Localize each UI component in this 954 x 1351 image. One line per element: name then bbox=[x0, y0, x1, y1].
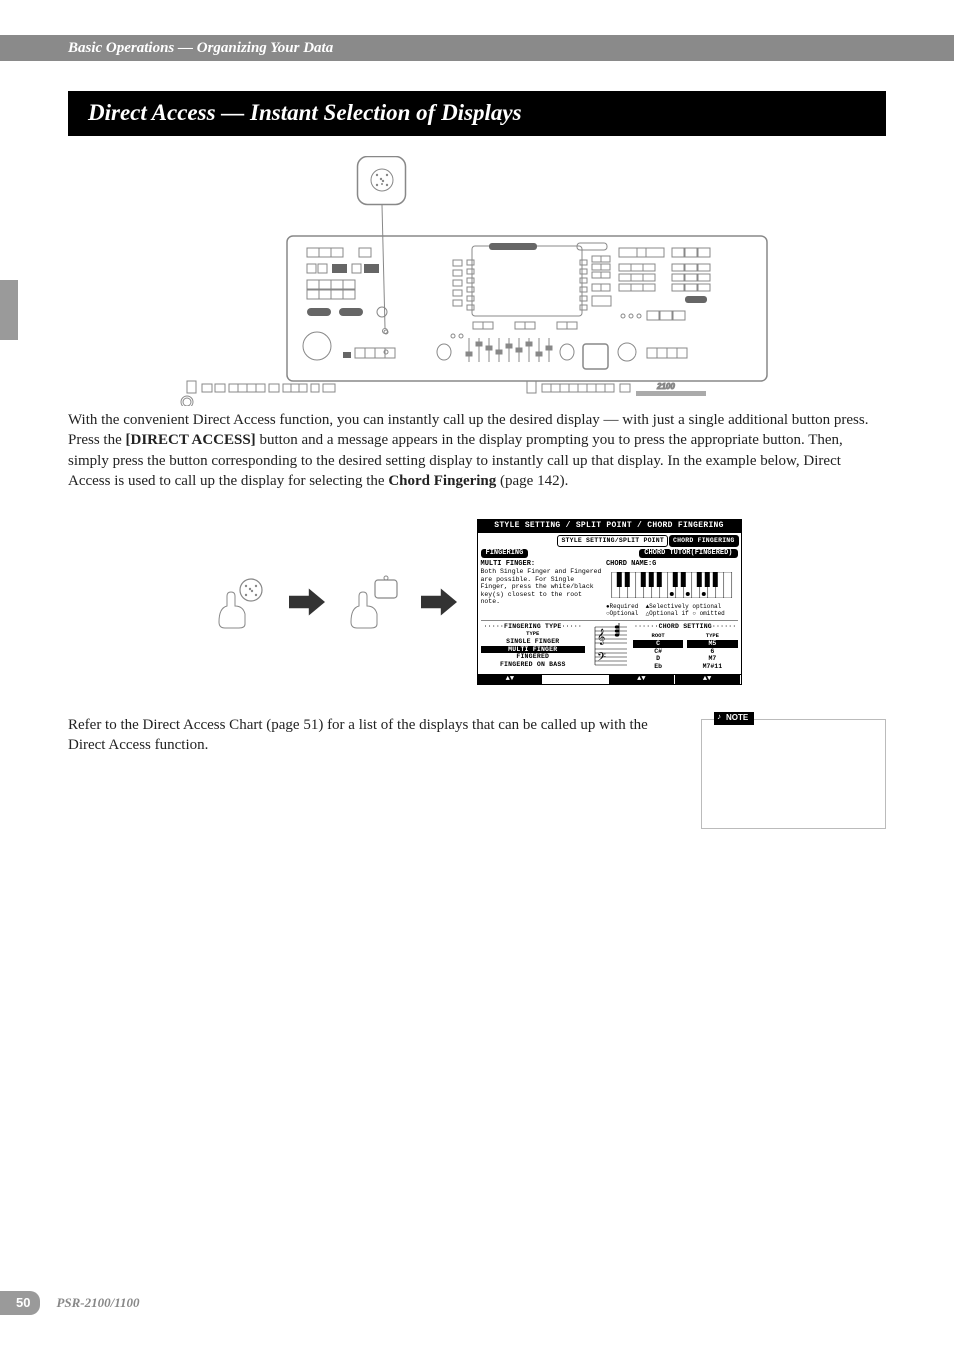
hand-press-icon bbox=[213, 574, 269, 630]
page-footer: 50 PSR-2100/1100 bbox=[0, 1291, 140, 1315]
fingering-description: Both Single Finger and Fingered are poss… bbox=[481, 568, 602, 605]
chord-type-option: 6 bbox=[687, 648, 737, 656]
arrow-right-icon bbox=[289, 588, 325, 616]
note-row: Refer to the Direct Access Chart (page 5… bbox=[68, 715, 886, 829]
fingering-type-block: ·····FINGERING TYPE····· TYPE SINGLE FIN… bbox=[481, 623, 586, 671]
header-bar: Basic Operations — Organizing Your Data bbox=[0, 35, 954, 61]
fingering-label: FINGERING bbox=[481, 549, 529, 558]
fingering-type-option-selected: MULTI FINGER bbox=[481, 646, 586, 654]
keyboard-panel-illustration: 2100 bbox=[177, 156, 777, 406]
fingering-type-option: FINGERED ON BASS bbox=[481, 661, 586, 669]
lcd-chord-fingering-screen: STYLE SETTING / SPLIT POINT / CHORD FING… bbox=[477, 519, 742, 685]
section-title: Direct Access — Instant Selection of Dis… bbox=[88, 100, 522, 125]
lcd-tab-chord-fingering: CHORD FINGERING bbox=[669, 535, 739, 547]
root-label: ROOT bbox=[633, 633, 683, 640]
arrow-right-icon bbox=[421, 588, 457, 616]
chord-name-label: CHORD NAME: bbox=[606, 560, 652, 568]
lcd-tabs: STYLE SETTING/SPLIT POINT CHORD FINGERIN… bbox=[478, 533, 741, 547]
breadcrumb: Basic Operations — Organizing Your Data bbox=[0, 35, 954, 61]
type-subtitle: TYPE bbox=[481, 631, 586, 638]
svg-text:𝄞: 𝄞 bbox=[597, 629, 605, 645]
legend-opt-if-omitted: △Optional if ○ omitted bbox=[646, 610, 725, 617]
mini-keyboard-icon bbox=[606, 572, 738, 598]
svg-text:𝄢: 𝄢 bbox=[597, 652, 606, 667]
chord-setting-block: ······CHORD SETTING······ ROOT TYPE C M5… bbox=[633, 623, 738, 671]
lcd-footer-arrows: ▲▼ ▲▼ ▲▼ bbox=[478, 674, 741, 684]
section-title-bar: Direct Access — Instant Selection of Dis… bbox=[68, 91, 886, 136]
chord-type-option: M7 bbox=[687, 655, 737, 663]
chord-fingering-ref: Chord Fingering bbox=[388, 473, 496, 489]
fingering-type-option: SINGLE FINGER bbox=[481, 638, 586, 646]
para-part3: (page 142). bbox=[496, 473, 568, 489]
legend: ●Required ▲Selectively optional ○Optiona… bbox=[606, 604, 738, 617]
lcd-tab-style-setting: STYLE SETTING/SPLIT POINT bbox=[557, 535, 668, 547]
chord-root-option: D bbox=[633, 655, 683, 663]
multi-finger-label: MULTI FINGER: bbox=[481, 560, 602, 568]
step-press-direct-access bbox=[213, 574, 269, 630]
direct-access-flow: STYLE SETTING / SPLIT POINT / CHORD FING… bbox=[68, 519, 886, 685]
body-paragraph: With the convenient Direct Access functi… bbox=[68, 410, 886, 491]
chord-name-value: G bbox=[652, 560, 656, 568]
staff-icon: 𝄞 𝄢 bbox=[589, 623, 629, 671]
direct-access-chart-reference: Refer to the Direct Access Chart (page 5… bbox=[68, 715, 681, 756]
model-name: PSR-2100/1100 bbox=[56, 1294, 139, 1312]
chord-type-option: M7#11 bbox=[687, 663, 737, 671]
chord-root-option: Eb bbox=[633, 663, 683, 671]
svg-text:2100: 2100 bbox=[656, 382, 675, 391]
direct-access-highlight-icon bbox=[371, 169, 393, 191]
footer-arrows-cell: ▲▼ bbox=[675, 675, 741, 684]
chord-setting-title: CHORD SETTING bbox=[659, 623, 712, 630]
direct-access-button-ref: [DIRECT ACCESS] bbox=[126, 432, 256, 448]
page-number: 50 bbox=[0, 1291, 40, 1315]
side-tab-indicator bbox=[0, 280, 18, 340]
footer-blank-cell bbox=[543, 675, 609, 684]
legend-optional: ○Optional bbox=[606, 610, 638, 617]
step-press-target-button bbox=[345, 574, 401, 630]
hand-press-icon bbox=[345, 574, 401, 630]
type-label: TYPE bbox=[687, 633, 737, 640]
chord-tutor-label: CHORD TUTOR(FINGERED) bbox=[639, 549, 737, 558]
chord-root-option: C# bbox=[633, 648, 683, 656]
page-container: Basic Operations — Organizing Your Data … bbox=[0, 0, 954, 1351]
chord-name-row: CHORD NAME:G bbox=[606, 560, 738, 569]
footer-arrows-cell: ▲▼ bbox=[478, 675, 544, 684]
note-box: NOTE bbox=[701, 719, 886, 829]
fingering-type-option: FINGERED bbox=[481, 653, 586, 661]
chord-root-selected: C bbox=[633, 640, 683, 648]
lcd-title: STYLE SETTING / SPLIT POINT / CHORD FING… bbox=[478, 520, 741, 533]
note-tag: NOTE bbox=[714, 712, 754, 725]
chord-type-selected: M5 bbox=[687, 640, 737, 648]
footer-arrows-cell: ▲▼ bbox=[609, 675, 675, 684]
page-content: Direct Access — Instant Selection of Dis… bbox=[0, 91, 954, 829]
